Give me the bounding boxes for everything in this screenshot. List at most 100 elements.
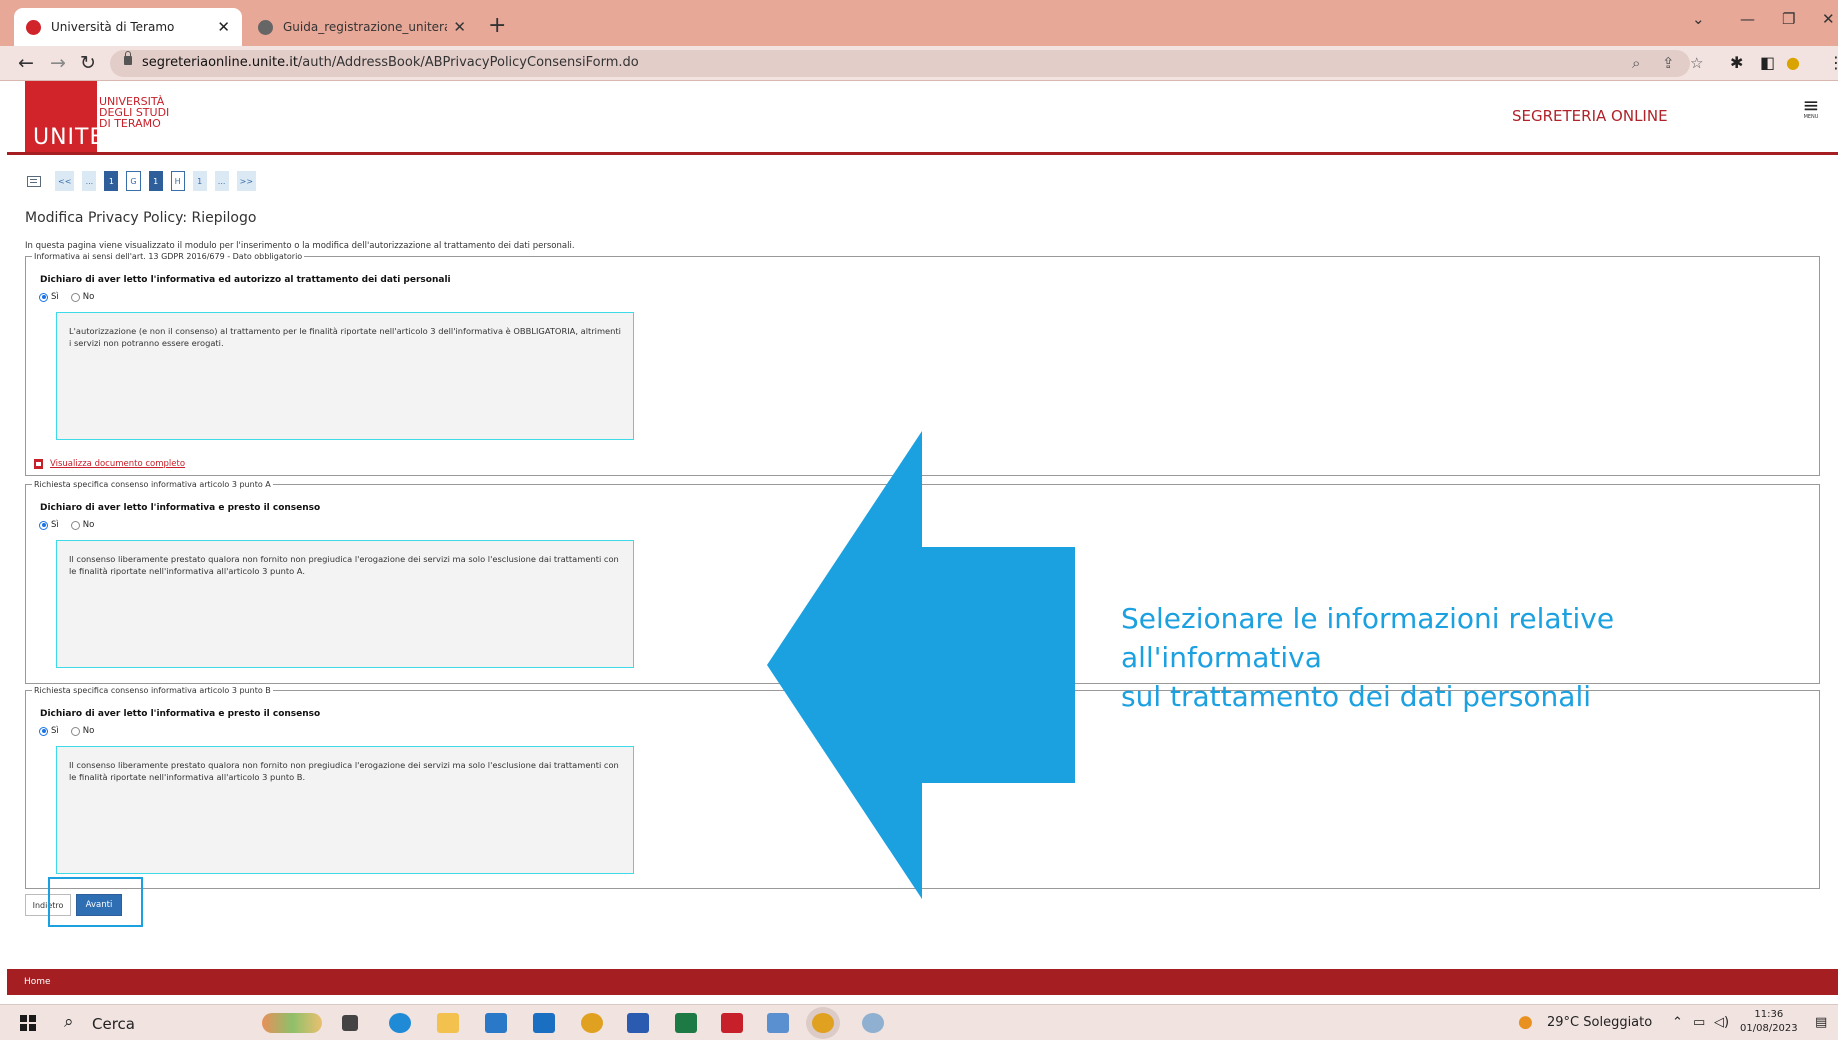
pdf-icon bbox=[34, 459, 43, 469]
profile-avatar-icon[interactable]: ● bbox=[1786, 53, 1800, 72]
view-document-link[interactable]: Visualizza documento completo bbox=[34, 459, 185, 469]
tab-universita[interactable]: Università di Teramo ✕ bbox=[14, 8, 242, 46]
annotation-line-2: sul trattamento dei dati personali bbox=[1121, 680, 1591, 713]
tab-title: Guida_registrazione_uniteramo.p bbox=[283, 20, 447, 34]
tab-search-icon[interactable]: ⌄ bbox=[1692, 10, 1705, 28]
share-icon[interactable]: ⇪ bbox=[1662, 54, 1675, 72]
web-page: UNITE UNIVERSITÀ DEGLI STUDI DI TERAMO S… bbox=[7, 81, 1838, 1004]
notifications-icon[interactable]: ▤ bbox=[1815, 1015, 1827, 1030]
new-tab-icon[interactable]: + bbox=[488, 13, 506, 38]
more-menu-icon[interactable]: ⋮ bbox=[1828, 53, 1838, 72]
annotation-line-1: Selezionare le informazioni relative all… bbox=[1121, 602, 1615, 674]
url-path: /auth/AddressBook/ABPrivacyPolicyConsens… bbox=[297, 55, 639, 70]
annotation-callout: Selezionare le informazioni relative all… bbox=[1121, 599, 1821, 716]
close-window-icon[interactable]: ✕ bbox=[1822, 10, 1835, 28]
back-arrow-icon[interactable]: ← bbox=[18, 52, 34, 74]
page-title: Modifica Privacy Policy: Riepilogo bbox=[25, 210, 257, 226]
step-h[interactable]: H bbox=[170, 171, 185, 191]
close-tab-icon[interactable]: ✕ bbox=[453, 18, 466, 36]
radio-yes-label[interactable]: Sì bbox=[51, 726, 59, 736]
step-g[interactable]: G bbox=[126, 171, 141, 191]
step-ellipsis: ... bbox=[82, 171, 97, 191]
radio-no-label[interactable]: No bbox=[83, 520, 95, 530]
zoom-icon[interactable]: ⌕ bbox=[1632, 54, 1640, 72]
network-icon[interactable]: ▭ bbox=[1693, 1015, 1705, 1030]
radio-yes[interactable] bbox=[39, 292, 48, 302]
info-text-box[interactable]: L'autorizzazione (e non il consenso) al … bbox=[56, 312, 634, 440]
step-1-current[interactable]: 1 bbox=[148, 171, 163, 191]
section-legend: Richiesta specifica consenso informativa… bbox=[34, 686, 271, 695]
taskbar-search[interactable]: Cerca bbox=[92, 1015, 135, 1033]
chrome-icon[interactable] bbox=[581, 1013, 603, 1033]
list-icon[interactable] bbox=[27, 175, 41, 187]
url-text: segreteriaonline.unite.it/auth/AddressBo… bbox=[142, 55, 639, 70]
widgets-icon[interactable] bbox=[262, 1013, 322, 1033]
radio-no[interactable] bbox=[70, 726, 80, 736]
file-explorer-icon[interactable] bbox=[437, 1013, 459, 1033]
restore-icon[interactable]: ❐ bbox=[1782, 10, 1795, 28]
edge-icon[interactable] bbox=[389, 1013, 411, 1033]
consent-radio-group: Sì No bbox=[39, 520, 106, 530]
paint-icon[interactable] bbox=[862, 1013, 884, 1033]
unite-logo[interactable]: UNITE bbox=[25, 81, 103, 152]
step-1-next[interactable]: 1 bbox=[192, 171, 207, 191]
portal-title[interactable]: SEGRETERIA ONLINE bbox=[1512, 107, 1668, 125]
step-first[interactable]: << bbox=[55, 171, 75, 191]
tab-guida[interactable]: Guida_registrazione_uniteramo.p ✕ bbox=[246, 8, 478, 46]
lock-icon bbox=[124, 51, 132, 65]
close-tab-icon[interactable]: ✕ bbox=[217, 18, 230, 36]
url-host: segreteriaonline.unite.it bbox=[142, 55, 298, 70]
logo-university-name: UNIVERSITÀ DEGLI STUDI DI TERAMO bbox=[99, 96, 169, 129]
info-text-box[interactable]: Il consenso liberamente prestato qualora… bbox=[56, 540, 634, 668]
site-footer: Home bbox=[7, 969, 1838, 995]
radio-yes-label[interactable]: Sì bbox=[51, 292, 59, 302]
weather-icon[interactable]: ● bbox=[1518, 1012, 1533, 1032]
radio-no-label[interactable]: No bbox=[83, 292, 95, 302]
consent-radio-group: Sì No bbox=[39, 726, 106, 736]
volume-icon[interactable]: ◁) bbox=[1714, 1015, 1729, 1030]
chrome-active-icon[interactable] bbox=[812, 1013, 834, 1033]
excel-icon[interactable] bbox=[675, 1013, 697, 1033]
info-text-box[interactable]: Il consenso liberamente prestato qualora… bbox=[56, 746, 634, 874]
reload-icon[interactable]: ↻ bbox=[80, 52, 96, 74]
minimize-icon[interactable]: — bbox=[1740, 10, 1755, 28]
bookmark-star-icon[interactable]: ☆ bbox=[1690, 54, 1703, 72]
radio-yes[interactable] bbox=[39, 726, 48, 736]
windows-start-icon[interactable] bbox=[20, 1015, 36, 1031]
radio-yes-label[interactable]: Sì bbox=[51, 520, 59, 530]
clock-date: 01/08/2023 bbox=[1740, 1023, 1798, 1034]
extensions-icon[interactable]: ✱ bbox=[1730, 53, 1743, 72]
hamburger-menu-button[interactable]: ≡ MENU bbox=[1802, 95, 1820, 120]
unite-favicon-icon bbox=[26, 19, 41, 35]
search-icon[interactable]: ⌕ bbox=[64, 1012, 74, 1032]
tab-title: Università di Teramo bbox=[51, 20, 175, 34]
site-header: UNITE UNIVERSITÀ DEGLI STUDI DI TERAMO S… bbox=[7, 81, 1838, 155]
mail-icon[interactable] bbox=[533, 1013, 555, 1033]
weather-status[interactable]: 29°C Soleggiato bbox=[1547, 1015, 1652, 1030]
clock-time: 11:36 bbox=[1754, 1009, 1784, 1020]
acrobat-icon[interactable] bbox=[721, 1013, 743, 1033]
step-last[interactable]: >> bbox=[236, 171, 257, 191]
radio-no[interactable] bbox=[70, 292, 80, 302]
view-document-label[interactable]: Visualizza documento completo bbox=[50, 459, 185, 469]
tray-chevron-icon[interactable]: ⌃ bbox=[1672, 1015, 1683, 1030]
section-legend: Richiesta specifica consenso informativa… bbox=[34, 480, 271, 489]
radio-no[interactable] bbox=[70, 520, 80, 530]
section-question: Dichiaro di aver letto l'informativa e p… bbox=[40, 503, 321, 513]
store-icon[interactable] bbox=[485, 1013, 507, 1033]
side-panel-icon[interactable]: ◧ bbox=[1760, 53, 1775, 72]
page-description: In questa pagina viene visualizzato il m… bbox=[25, 241, 575, 251]
radio-yes[interactable] bbox=[39, 520, 48, 530]
radio-no-label[interactable]: No bbox=[83, 726, 95, 736]
url-input[interactable]: segreteriaonline.unite.it/auth/AddressBo… bbox=[110, 50, 1703, 77]
menu-label: MENU bbox=[1803, 114, 1819, 120]
section-legend: Informativa ai sensi dell'art. 13 GDPR 2… bbox=[34, 252, 303, 261]
task-view-icon[interactable] bbox=[342, 1015, 358, 1031]
footer-home-link[interactable]: Home bbox=[24, 977, 51, 987]
notes-icon[interactable] bbox=[767, 1013, 789, 1033]
forward-arrow-icon[interactable]: → bbox=[50, 52, 66, 74]
step-1[interactable]: 1 bbox=[104, 171, 119, 191]
word-icon[interactable] bbox=[627, 1013, 649, 1033]
section-question: Dichiaro di aver letto l'informativa ed … bbox=[40, 275, 451, 285]
taskbar-clock[interactable]: 11:36 01/08/2023 bbox=[1740, 1008, 1798, 1036]
